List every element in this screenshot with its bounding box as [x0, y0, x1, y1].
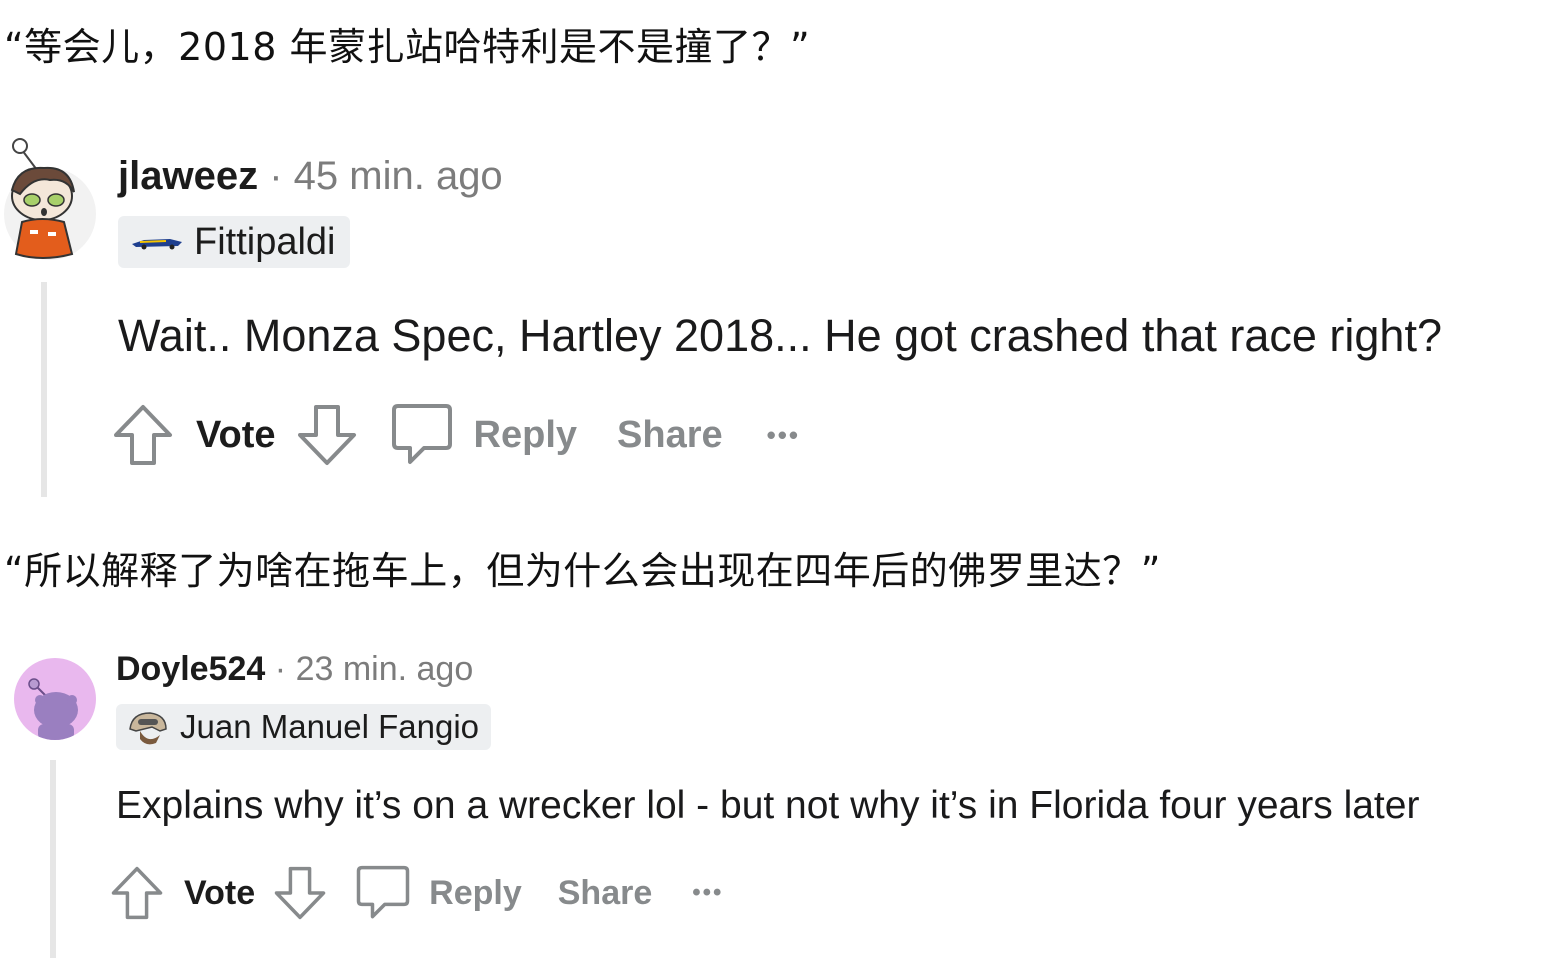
- username[interactable]: Doyle524: [116, 650, 265, 688]
- username[interactable]: jlaweez: [118, 154, 258, 198]
- user-flair: Juan Manuel Fangio: [116, 704, 492, 750]
- more-options-icon[interactable]: •••: [692, 879, 723, 907]
- comment-body: Explains why it’s on a wrecker lol - but…: [116, 784, 1420, 827]
- reply-button[interactable]: Reply: [429, 874, 522, 913]
- comment-actions: Vote Reply Share •••: [112, 402, 800, 468]
- more-options-icon[interactable]: •••: [767, 420, 800, 451]
- avatar-doyle524[interactable]: [14, 658, 96, 740]
- flair-helmet-icon: [129, 712, 167, 745]
- share-button[interactable]: Share: [558, 874, 653, 913]
- upvote-arrow-icon[interactable]: [110, 865, 164, 921]
- comment-2-meta: Doyle524 · 23 min. ago: [116, 650, 473, 689]
- comment-body: Wait.. Monza Spec, Hartley 2018... He go…: [118, 310, 1442, 361]
- share-button[interactable]: Share: [617, 414, 723, 457]
- comment-actions: Vote Reply Share •••: [110, 864, 723, 922]
- timestamp[interactable]: 23 min. ago: [296, 650, 474, 688]
- vote-count: Vote: [184, 873, 256, 912]
- user-flair: Fittipaldi: [118, 216, 350, 268]
- avatar-jlaweez[interactable]: [0, 132, 100, 262]
- comment-bubble-icon[interactable]: [355, 864, 411, 922]
- downvote-arrow-icon[interactable]: [296, 403, 358, 467]
- flair-label: Juan Manuel Fangio: [180, 708, 480, 745]
- comment-bubble-icon[interactable]: [390, 402, 454, 468]
- caption-first: “等会儿，2018 年蒙扎站哈特利是不是撞了？”: [4, 25, 811, 69]
- reply-button[interactable]: Reply: [474, 414, 577, 457]
- separator-dot: ·: [269, 154, 283, 198]
- flair-label: Fittipaldi: [194, 220, 336, 263]
- vote-count: Vote: [196, 413, 276, 456]
- upvote-arrow-icon[interactable]: [112, 403, 174, 467]
- thread-line[interactable]: [41, 282, 47, 497]
- comment-1-meta: jlaweez · 45 min. ago: [118, 154, 503, 199]
- flair-car-icon: [132, 239, 182, 250]
- downvote-arrow-icon[interactable]: [273, 865, 327, 921]
- timestamp[interactable]: 45 min. ago: [294, 154, 503, 198]
- thread-line[interactable]: [50, 760, 56, 958]
- separator-dot: ·: [274, 650, 287, 688]
- caption-second: “所以解释了为啥在拖车上，但为什么会出现在四年后的佛罗里达？”: [4, 549, 1161, 593]
